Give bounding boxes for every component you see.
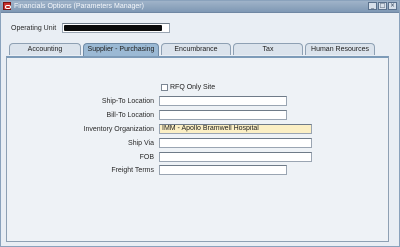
ship-via-label: Ship Via — [128, 140, 154, 147]
operating-unit-label: Operating Unit — [11, 25, 57, 32]
bill-to-location-label: Bill-To Location — [106, 112, 154, 119]
window-title: Financials Options (Parameters Manager) — [14, 3, 144, 10]
close-button[interactable]: × — [388, 2, 397, 10]
freight-terms-field[interactable] — [159, 165, 287, 175]
rfq-only-site-checkbox[interactable] — [161, 84, 168, 91]
oracle-icon — [3, 2, 11, 10]
ship-to-location-field[interactable] — [159, 96, 287, 106]
tab-encumbrance[interactable]: Encumbrance — [161, 43, 231, 55]
minimize-button[interactable]: _ — [368, 2, 377, 10]
tab-human-resources[interactable]: Human Resources — [305, 43, 375, 55]
fob-label: FOB — [139, 154, 154, 161]
tab-tax[interactable]: Tax — [233, 43, 303, 55]
tab-strip: Accounting Supplier - Purchasing Encumbr… — [7, 43, 377, 56]
maximize-button[interactable]: □ — [378, 2, 387, 10]
freight-terms-label: Freight Terms — [111, 167, 154, 174]
bill-to-location-field[interactable] — [159, 110, 287, 120]
application-window: Financials Options (Parameters Manager) … — [0, 0, 400, 247]
operating-unit-field[interactable] — [62, 23, 170, 33]
tab-supplier-purchasing[interactable]: Supplier - Purchasing — [83, 43, 159, 56]
title-bar[interactable]: Financials Options (Parameters Manager) … — [1, 1, 399, 13]
fob-field[interactable] — [159, 152, 312, 162]
ship-to-location-label: Ship-To Location — [101, 98, 154, 105]
tab-accounting[interactable]: Accounting — [9, 43, 81, 55]
inventory-organization-label: Inventory Organization — [83, 126, 154, 133]
ship-via-field[interactable] — [159, 138, 312, 148]
redaction-bar — [64, 25, 162, 31]
inventory-organization-field[interactable]: IMM - Apollo Bramwell Hospital — [159, 124, 312, 134]
rfq-only-site-label: RFQ Only Site — [170, 84, 216, 91]
